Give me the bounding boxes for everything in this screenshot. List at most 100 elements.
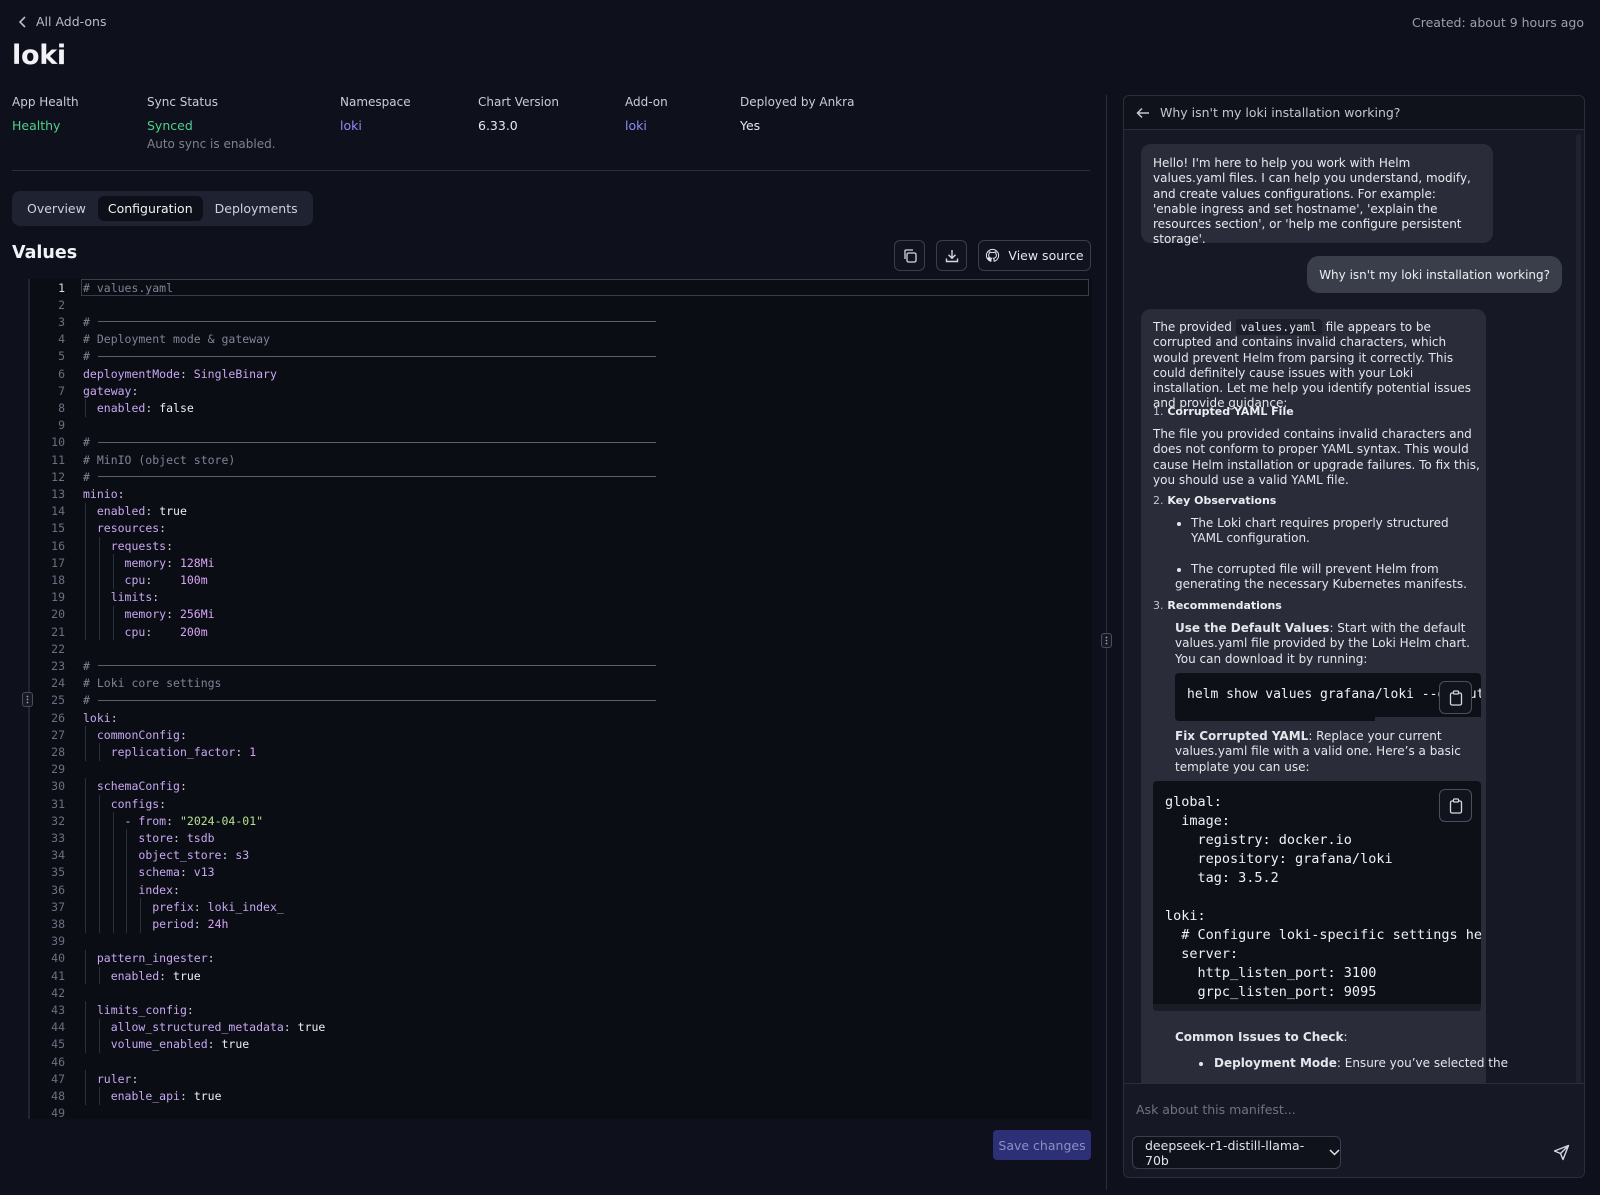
deployed-by-value: Yes (740, 118, 761, 133)
code-line[interactable]: 49 (28, 1105, 1092, 1122)
chevron-down-icon (1329, 1149, 1340, 1156)
line-number: 11 (51, 452, 65, 467)
code-line[interactable]: 39 (28, 933, 1092, 950)
code-line[interactable]: 24 # Loki core settings (28, 675, 1092, 692)
code-line[interactable]: 41 enabled: true (28, 967, 1092, 985)
code-line[interactable]: 36 index: (28, 881, 1092, 899)
recommendation-default-values: Use the Default Values: Start with the d… (1175, 621, 1481, 667)
chat-messages[interactable]: Hello! I'm here to help you work with He… (1124, 131, 1584, 1083)
send-button[interactable] (1553, 1144, 1570, 1161)
code-line[interactable]: 5 # (28, 348, 1092, 365)
code-line[interactable]: 23 # (28, 657, 1092, 674)
code-line[interactable]: 31 configs: (28, 795, 1092, 813)
view-source-button[interactable]: View source (978, 240, 1091, 271)
code-line[interactable]: 7 gateway: (28, 382, 1092, 399)
code-text: enabled: true (110, 968, 201, 983)
arrow-left-icon[interactable] (1136, 107, 1150, 119)
indent-guide (98, 537, 100, 555)
copy-template-button[interactable] (1439, 789, 1472, 822)
line-number: 46 (51, 1054, 65, 1069)
code-line[interactable]: 18 cpu: 100m (28, 571, 1092, 589)
code-line[interactable]: 34 object_store: s3 (28, 846, 1092, 864)
chevron-left-icon (18, 15, 28, 28)
code-line[interactable]: 16 requests: (28, 537, 1092, 555)
code-line[interactable]: 38 period: 24h (28, 915, 1092, 933)
code-line[interactable]: 33 store: tsdb (28, 829, 1092, 847)
code-line[interactable]: 42 (28, 984, 1092, 1001)
indent-guide (112, 605, 114, 623)
code-line[interactable]: 48 enable_api: true (28, 1087, 1092, 1105)
code-line[interactable]: 8 enabled: false (28, 399, 1092, 417)
chat-input[interactable]: Ask about this manifest... (1136, 1102, 1296, 1117)
code-line[interactable]: 40 pattern_ingester: (28, 949, 1092, 967)
code-line[interactable]: 44 allow_structured_metadata: true (28, 1018, 1092, 1036)
splitter-handle[interactable] (1101, 633, 1112, 648)
code-line[interactable]: 20 memory: 256Mi (28, 605, 1092, 623)
code-line[interactable]: 15 resources: (28, 519, 1092, 537)
tab-overview[interactable]: Overview (17, 196, 96, 221)
code-text: configs: (110, 796, 167, 811)
code-line[interactable]: 27 commonConfig: (28, 726, 1092, 744)
assistant-greeting-message: Hello! I'm here to help you work with He… (1141, 144, 1493, 246)
list-number: 1. (1153, 405, 1164, 418)
code-line[interactable]: 13 minio: (28, 485, 1092, 502)
code-line[interactable]: 43 limits_config: (28, 1001, 1092, 1019)
code-line[interactable]: 45 volume_enabled: true (28, 1035, 1092, 1053)
tab-configuration[interactable]: Configuration (97, 196, 203, 221)
code-line[interactable]: 28 replication_factor: 1 (28, 743, 1092, 761)
code-line[interactable]: 19 limits: (28, 588, 1092, 606)
code-line[interactable]: 29 (28, 761, 1092, 778)
code-line[interactable]: 32 - from: "2024-04-01" (28, 812, 1092, 830)
copy-command-button[interactable] (1439, 681, 1472, 714)
bullet-dot (1199, 1062, 1203, 1066)
chat-scrollbar[interactable] (1576, 134, 1581, 1084)
code-text: object_store: s3 (138, 848, 250, 863)
code-line[interactable]: 47 ruler: (28, 1070, 1092, 1088)
code-line[interactable]: 14 enabled: true (28, 502, 1092, 520)
code-line[interactable]: 3 # (28, 313, 1092, 330)
code-line[interactable]: 17 memory: 128Mi (28, 554, 1092, 572)
indent-guide (85, 1035, 86, 1053)
back-to-all-addons-link[interactable]: All Add-ons (18, 14, 107, 29)
code-line[interactable]: 25 # (28, 692, 1092, 709)
copy-values-button[interactable] (894, 240, 925, 271)
code-scrollbar[interactable] (1153, 1004, 1481, 1011)
code-line[interactable]: 26 loki: (28, 709, 1092, 726)
values-title: Values (12, 243, 78, 263)
code-line[interactable]: 30 schemaConfig: (28, 777, 1092, 795)
code-line[interactable]: 10 # (28, 434, 1092, 451)
line-number: 49 (51, 1106, 65, 1121)
save-changes-button[interactable]: Save changes (993, 1130, 1091, 1160)
code-line[interactable]: 1 # values.yaml (28, 279, 1092, 297)
code-line[interactable]: 11 # MinIO (object store) (28, 451, 1092, 468)
indent-guide (112, 881, 114, 899)
clipboard-icon (1449, 689, 1463, 706)
code-line[interactable]: 35 schema: v13 (28, 863, 1092, 881)
indent-guide (85, 812, 86, 830)
meta-label: Namespace (340, 95, 411, 109)
download-values-button[interactable] (936, 240, 967, 271)
model-select[interactable]: deepseek-r1-distill-llama-70b (1132, 1136, 1341, 1169)
addon-link[interactable]: loki (625, 118, 668, 133)
namespace-link[interactable]: loki (340, 118, 411, 133)
indent-guide (98, 881, 100, 899)
code-text: replication_factor: 1 (110, 744, 257, 759)
indent-guide (98, 846, 100, 864)
colon: : (1343, 1030, 1348, 1044)
code-text: minio: (83, 486, 125, 501)
code-line[interactable]: 2 (28, 296, 1092, 313)
code-line[interactable]: 6 deploymentMode: SingleBinary (28, 365, 1092, 382)
editor-resize-handle[interactable] (22, 692, 33, 707)
tab-deployments[interactable]: Deployments (205, 196, 308, 221)
code-line[interactable]: 46 (28, 1053, 1092, 1070)
line-number: 17 (51, 555, 65, 570)
code-line[interactable]: 21 cpu: 200m (28, 623, 1092, 641)
code-line[interactable]: 4 # Deployment mode & gateway (28, 331, 1092, 348)
code-scrollbar[interactable] (1375, 717, 1481, 721)
code-line[interactable]: 37 prefix: loki_index_ (28, 898, 1092, 916)
code-line[interactable]: 22 (28, 640, 1092, 657)
code-line[interactable]: 12 # (28, 468, 1092, 485)
values-editor[interactable]: 1 # values.yaml 2 3 #4 # Deployment mode & ga… (28, 279, 1092, 1122)
indent-guide (85, 1001, 86, 1019)
code-line[interactable]: 9 (28, 417, 1092, 434)
